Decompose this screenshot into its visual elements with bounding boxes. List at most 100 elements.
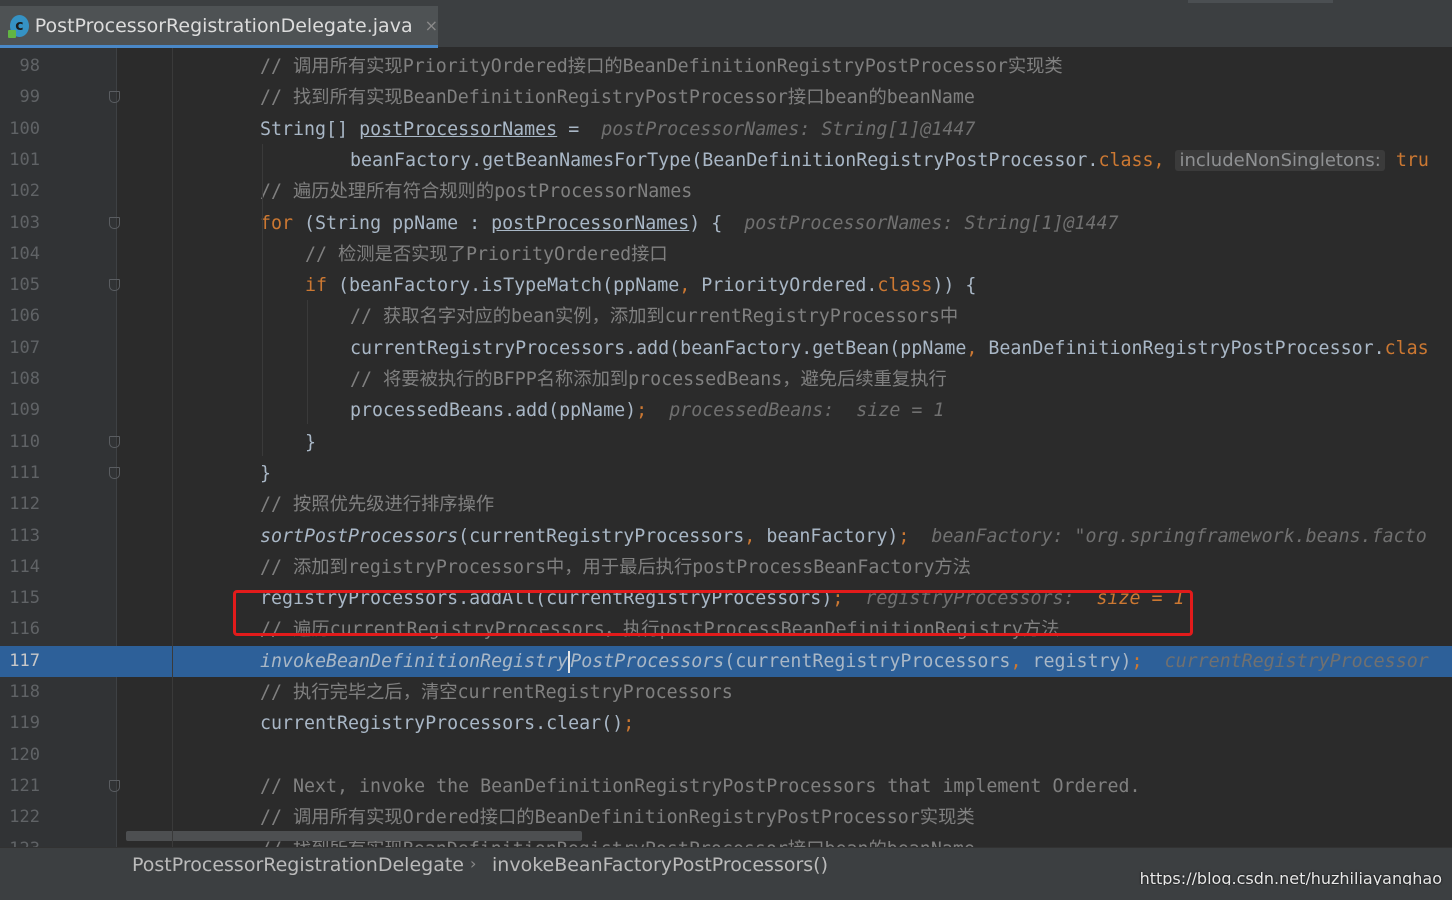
code-text: // 按照优先级进行排序操作 bbox=[260, 489, 494, 520]
code-text: } bbox=[305, 427, 316, 458]
code-token: class bbox=[877, 275, 933, 297]
code-line[interactable]: 105 if (beanFactory.isTypeMatch(ppName, P… bbox=[0, 270, 1452, 301]
code-line[interactable]: 119 currentRegistryProcessors.clear(); bbox=[0, 708, 1452, 739]
line-number[interactable]: 118 bbox=[0, 677, 40, 708]
code-line[interactable]: 100 String[] postProcessorNames = postPro… bbox=[0, 114, 1452, 145]
line-number[interactable]: 107 bbox=[0, 333, 40, 364]
fold-marker-icon[interactable] bbox=[109, 216, 120, 229]
code-token: sortPostProcessors bbox=[260, 525, 459, 547]
code-token: invokeBeanDefinitionRegistry bbox=[260, 650, 569, 672]
breadcrumb-class[interactable]: PostProcessorRegistrationDelegate bbox=[132, 854, 464, 876]
fold-marker-icon[interactable] bbox=[109, 279, 120, 292]
code-text: // 将要被执行的BFPP名称添加到processedBeans，避免后续重复执… bbox=[350, 364, 947, 395]
inline-debug-hint: beanFactory: "org.springframework.beans.… bbox=[931, 525, 1427, 547]
line-number[interactable]: 108 bbox=[0, 364, 40, 395]
code-line[interactable]: 102 // 遍历处理所有符合规则的postProcessorNames bbox=[0, 176, 1452, 207]
line-number[interactable]: 122 bbox=[0, 802, 40, 833]
code-text: // 调用所有实现PriorityOrdered接口的BeanDefinitio… bbox=[260, 51, 1063, 82]
code-line[interactable]: 122 // 调用所有实现Ordered接口的BeanDefinitionRegi… bbox=[0, 802, 1452, 833]
code-line[interactable]: 107 currentRegistryProcessors.add(beanFac… bbox=[0, 333, 1452, 364]
line-number[interactable]: 115 bbox=[0, 583, 40, 614]
code-token: // 调用所有实现PriorityOrdered接口的BeanDefinitio… bbox=[260, 56, 1063, 77]
code-token: currentRegistryProcessors.clear() bbox=[260, 713, 624, 735]
code-text: // 添加到registryProcessors中，用于最后执行postProc… bbox=[260, 552, 971, 583]
indent-guide bbox=[262, 144, 263, 456]
breadcrumb-method[interactable]: invokeBeanFactoryPostProcessors() bbox=[492, 854, 828, 876]
code-line[interactable]: 98 // 调用所有实现PriorityOrdered接口的BeanDefinit… bbox=[0, 51, 1452, 82]
code-token: = bbox=[557, 118, 602, 140]
line-number[interactable]: 106 bbox=[0, 301, 40, 332]
line-number[interactable]: 104 bbox=[0, 239, 40, 270]
fold-marker-icon[interactable] bbox=[109, 435, 120, 448]
code-line[interactable]: 106 // 获取名字对应的bean实例，添加到currentRegistryPr… bbox=[0, 301, 1452, 332]
code-line[interactable]: 101 beanFactory.getBeanNamesForType(BeanD… bbox=[0, 145, 1452, 176]
code-token: ; bbox=[636, 400, 670, 422]
code-token: // 获取名字对应的bean实例，添加到currentRegistryProce… bbox=[350, 306, 959, 328]
code-line[interactable]: 99 // 找到所有实现BeanDefinitionRegistryPostPro… bbox=[0, 82, 1452, 113]
horizontal-scrollbar[interactable] bbox=[126, 831, 582, 841]
line-number[interactable]: 101 bbox=[0, 145, 40, 176]
code-token: )) { bbox=[932, 275, 977, 297]
line-number[interactable]: 119 bbox=[0, 708, 40, 739]
line-number[interactable]: 116 bbox=[0, 614, 40, 645]
code-editor[interactable]: 98 // 调用所有实现PriorityOrdered接口的BeanDefinit… bbox=[0, 48, 1452, 847]
indent-guide bbox=[172, 48, 173, 847]
code-token: if bbox=[305, 275, 339, 297]
code-token: , bbox=[679, 275, 702, 297]
code-token: , bbox=[966, 337, 989, 359]
line-number[interactable]: 100 bbox=[0, 114, 40, 145]
code-token: (beanFactory.isTypeMatch(ppName bbox=[338, 275, 680, 297]
line-number[interactable]: 111 bbox=[0, 458, 40, 489]
code-line[interactable]: 118 // 执行完毕之后，清空currentRegistryProcessors bbox=[0, 677, 1452, 708]
code-text: currentRegistryProcessors.clear(); bbox=[260, 708, 634, 739]
close-icon[interactable]: × bbox=[425, 16, 438, 35]
code-line[interactable]: 110} bbox=[0, 427, 1452, 458]
fold-marker-icon[interactable] bbox=[109, 779, 120, 792]
line-number[interactable]: 113 bbox=[0, 521, 40, 552]
line-number[interactable]: 112 bbox=[0, 489, 40, 520]
code-line[interactable]: 108 // 将要被执行的BFPP名称添加到processedBeans，避免后续… bbox=[0, 364, 1452, 395]
code-line[interactable]: 117 invokeBeanDefinitionRegistry PostProce… bbox=[0, 645, 1452, 677]
code-line[interactable]: 113 sortPostProcessors(currentRegistryPro… bbox=[0, 521, 1452, 552]
code-line[interactable]: 121 // Next, invoke the BeanDefinitionReg… bbox=[0, 771, 1452, 802]
fold-marker-icon[interactable] bbox=[109, 91, 120, 104]
line-number[interactable]: 121 bbox=[0, 771, 40, 802]
code-line[interactable]: 103 for (String ppName : postProcessorNam… bbox=[0, 208, 1452, 239]
code-token: PostProcessors bbox=[570, 650, 725, 672]
code-token: ) { bbox=[689, 212, 745, 234]
code-text: // Next, invoke the BeanDefinitionRegist… bbox=[260, 771, 1141, 802]
code-text: for (String ppName : postProcessorNames)… bbox=[260, 208, 1119, 239]
code-text: processedBeans.add(ppName); processedBea… bbox=[350, 395, 944, 426]
code-token: registry) bbox=[1032, 650, 1132, 672]
code-text: if (beanFactory.isTypeMatch(ppName, Prio… bbox=[305, 270, 976, 301]
code-token: String[] bbox=[260, 118, 360, 140]
code-token: } bbox=[305, 431, 317, 453]
code-line[interactable]: 109 processedBeans.add(ppName); processed… bbox=[0, 395, 1452, 426]
line-number[interactable]: 103 bbox=[0, 208, 40, 239]
line-number[interactable]: 114 bbox=[0, 552, 40, 583]
code-text: // 获取名字对应的bean实例，添加到currentRegistryProce… bbox=[350, 301, 958, 332]
line-number[interactable]: 120 bbox=[0, 740, 40, 771]
code-text: // 找到所有实现BeanDefinitionRegistryPostProce… bbox=[260, 82, 975, 113]
line-number[interactable]: 99 bbox=[0, 82, 40, 113]
line-number[interactable]: 102 bbox=[0, 176, 40, 207]
line-number[interactable]: 98 bbox=[0, 51, 40, 82]
code-token: // 遍历处理所有符合规则的postProcessorNames bbox=[260, 181, 693, 203]
line-number[interactable]: 110 bbox=[0, 427, 40, 458]
code-line[interactable]: 120 bbox=[0, 740, 1452, 771]
fold-marker-icon[interactable] bbox=[109, 466, 120, 479]
code-text: } bbox=[260, 458, 271, 489]
code-token: tru bbox=[1384, 149, 1429, 171]
code-line[interactable]: 104 // 检测是否实现了PriorityOrdered接口 bbox=[0, 239, 1452, 270]
code-line[interactable]: 112 // 按照优先级进行排序操作 bbox=[0, 489, 1452, 520]
code-token: // 执行完毕之后，清空currentRegistryProcessors bbox=[260, 682, 733, 703]
line-number[interactable]: 105 bbox=[0, 270, 40, 301]
tab-postprocessor-registration-delegate[interactable]: c PostProcessorRegistrationDelegate.java… bbox=[0, 6, 438, 48]
line-number[interactable]: 117 bbox=[0, 646, 40, 677]
code-line[interactable]: 111} bbox=[0, 458, 1452, 489]
highlight-annotation-box bbox=[233, 590, 1193, 636]
line-number[interactable]: 109 bbox=[0, 395, 40, 426]
line-number[interactable]: 123 bbox=[0, 834, 40, 848]
inline-debug-hint: processedBeans: size = 1 bbox=[669, 400, 945, 422]
code-line[interactable]: 114 // 添加到registryProcessors中，用于最后执行postP… bbox=[0, 552, 1452, 583]
